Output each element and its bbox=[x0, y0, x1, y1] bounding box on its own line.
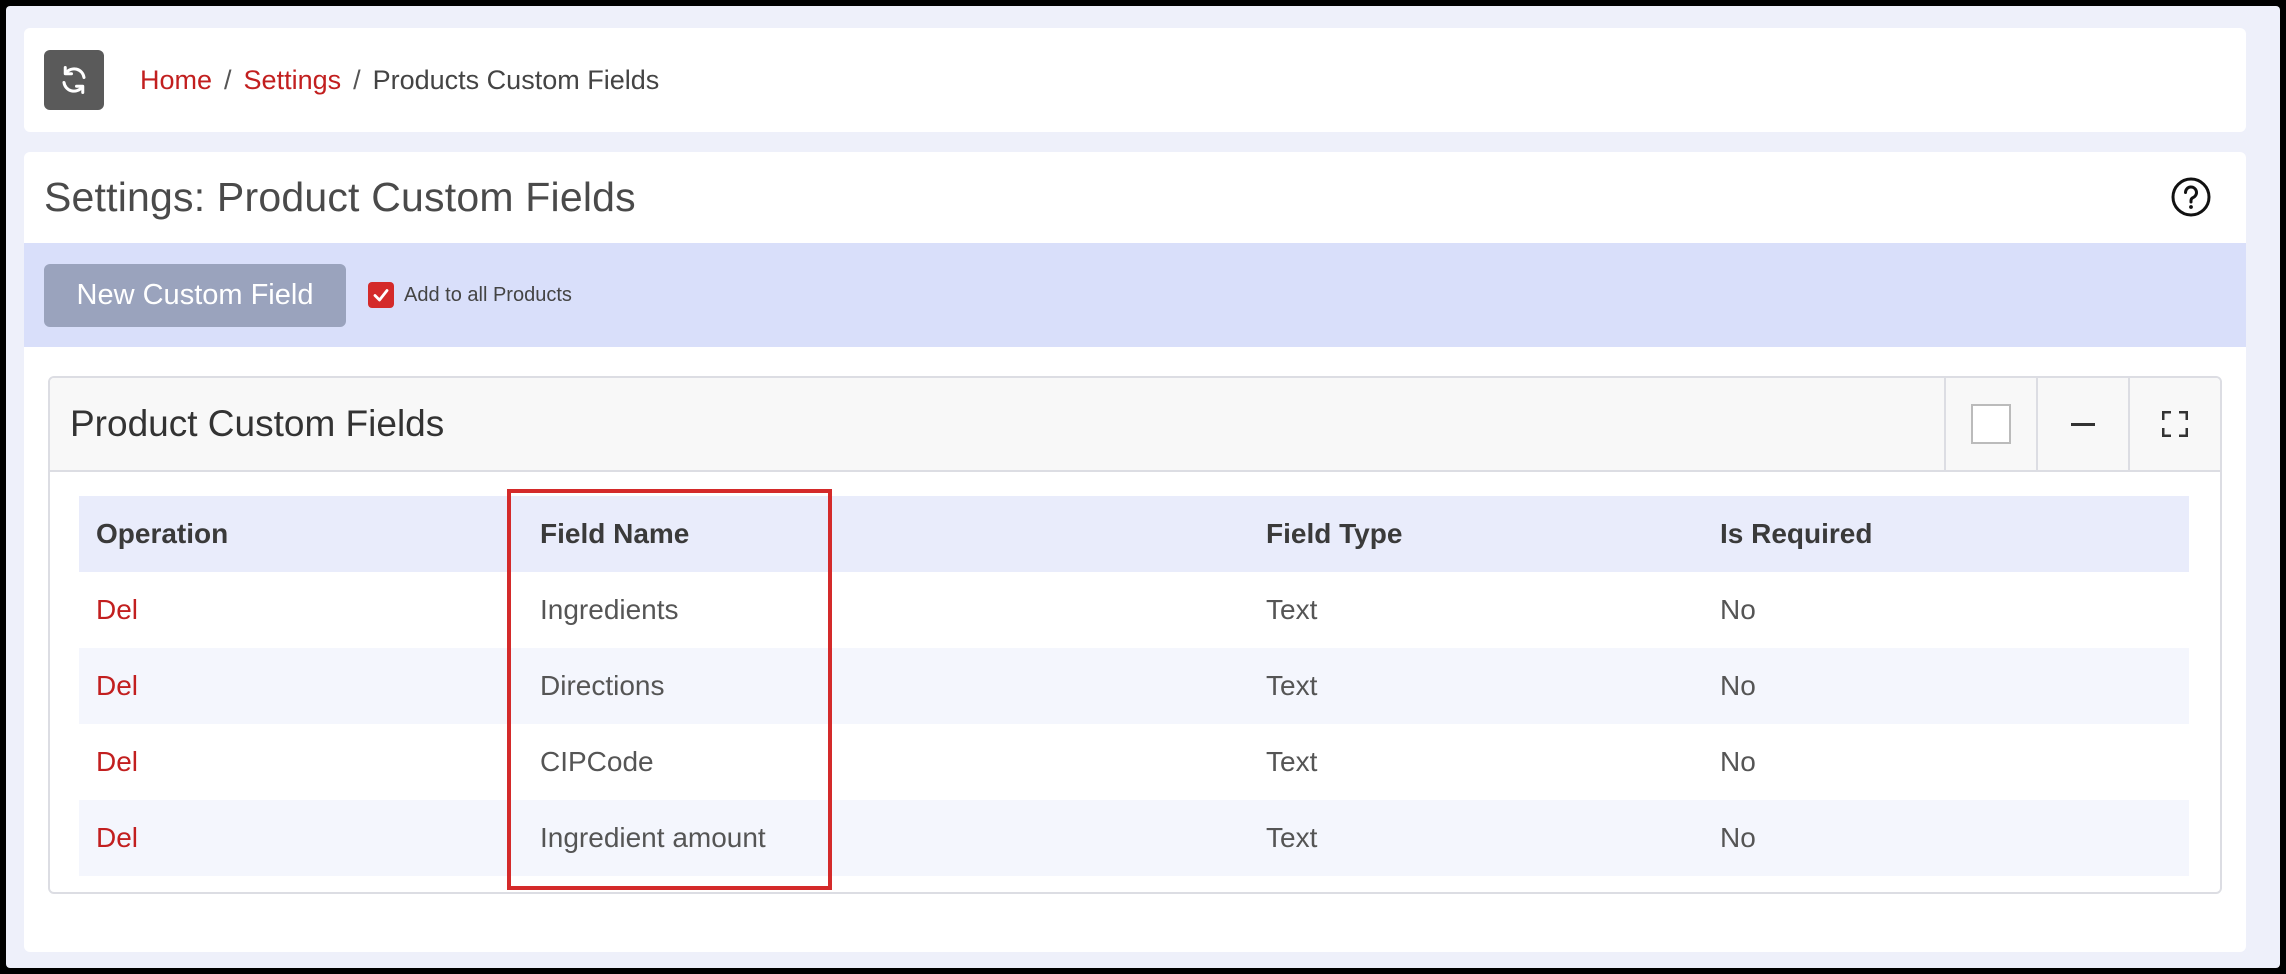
add-to-all-products-option[interactable]: Add to all Products bbox=[368, 282, 572, 308]
field-name-cell: Ingredients bbox=[540, 594, 679, 625]
field-type-cell: Text bbox=[1249, 800, 1703, 876]
delete-link[interactable]: Del bbox=[79, 572, 523, 648]
page-title: Settings: Product Custom Fields bbox=[44, 174, 636, 220]
table-row: Del Ingredient amount Text No bbox=[79, 800, 2189, 876]
minus-icon bbox=[2071, 422, 2095, 426]
is-required-cell: No bbox=[1720, 594, 1756, 625]
checkmark-icon bbox=[373, 289, 389, 302]
field-type-cell: Text bbox=[1266, 594, 1318, 625]
table-row: Del Ingredients Text No bbox=[79, 572, 2189, 648]
refresh-button[interactable] bbox=[44, 50, 104, 110]
new-custom-field-button[interactable]: New Custom Field bbox=[44, 263, 346, 327]
field-type-cell: Text bbox=[1249, 648, 1703, 724]
delete-link[interactable]: Del bbox=[79, 648, 523, 724]
breadcrumb-separator: / bbox=[224, 64, 232, 95]
breadcrumb-bar: Home / Settings / Products Custom Fields bbox=[24, 28, 2246, 132]
table-row: Del CIPCode Text No bbox=[79, 724, 2189, 800]
refresh-icon bbox=[62, 66, 86, 94]
card-tools bbox=[1944, 378, 2220, 470]
delete-link[interactable]: Del bbox=[79, 800, 523, 876]
card-title: Product Custom Fields bbox=[70, 403, 445, 444]
breadcrumb-settings-link[interactable]: Settings bbox=[244, 65, 342, 96]
breadcrumb: Home / Settings / Products Custom Fields bbox=[140, 65, 659, 96]
expand-icon bbox=[2162, 411, 2188, 437]
select-all-toggle[interactable] bbox=[1944, 378, 2036, 470]
field-type-cell: Text bbox=[1266, 746, 1318, 777]
column-header-field-type[interactable]: Field Type bbox=[1249, 496, 1703, 572]
custom-fields-card: Product Custom Fields Operation Field Na… bbox=[48, 376, 2222, 894]
field-name-cell: Directions bbox=[523, 648, 1249, 724]
help-circle-icon[interactable] bbox=[2170, 176, 2212, 218]
panel-header: Settings: Product Custom Fields bbox=[24, 152, 2246, 243]
add-to-all-products-checkbox[interactable] bbox=[368, 282, 394, 308]
delete-link[interactable]: Del bbox=[79, 724, 523, 800]
table-row: Del Directions Text No bbox=[79, 648, 2189, 724]
is-required-cell: No bbox=[1720, 746, 1756, 777]
column-header-operation[interactable]: Operation bbox=[79, 496, 523, 572]
settings-panel: Settings: Product Custom Fields New Cust… bbox=[24, 152, 2246, 952]
toolbar: New Custom Field Add to all Products bbox=[24, 243, 2246, 347]
card-header: Product Custom Fields bbox=[50, 378, 2220, 472]
column-header-is-required[interactable]: Is Required bbox=[1703, 496, 2189, 572]
custom-fields-table: Operation Field Name Field Type Is Requi… bbox=[79, 496, 2189, 876]
column-header-field-name[interactable]: Field Name bbox=[523, 496, 1249, 572]
breadcrumb-separator: / bbox=[353, 64, 361, 95]
square-icon bbox=[1971, 404, 2011, 444]
fullscreen-button[interactable] bbox=[2128, 378, 2220, 470]
field-name-cell: Ingredient amount bbox=[523, 800, 1249, 876]
table-header-row: Operation Field Name Field Type Is Requi… bbox=[79, 496, 2189, 572]
breadcrumb-current: Products Custom Fields bbox=[372, 64, 660, 95]
is-required-cell: No bbox=[1703, 648, 2189, 724]
collapse-button[interactable] bbox=[2036, 378, 2128, 470]
add-to-all-products-label: Add to all Products bbox=[404, 283, 572, 306]
field-name-cell: CIPCode bbox=[540, 746, 654, 777]
is-required-cell: No bbox=[1703, 800, 2189, 876]
app-frame: Home / Settings / Products Custom Fields… bbox=[6, 6, 2280, 968]
breadcrumb-home-link[interactable]: Home bbox=[140, 65, 212, 96]
